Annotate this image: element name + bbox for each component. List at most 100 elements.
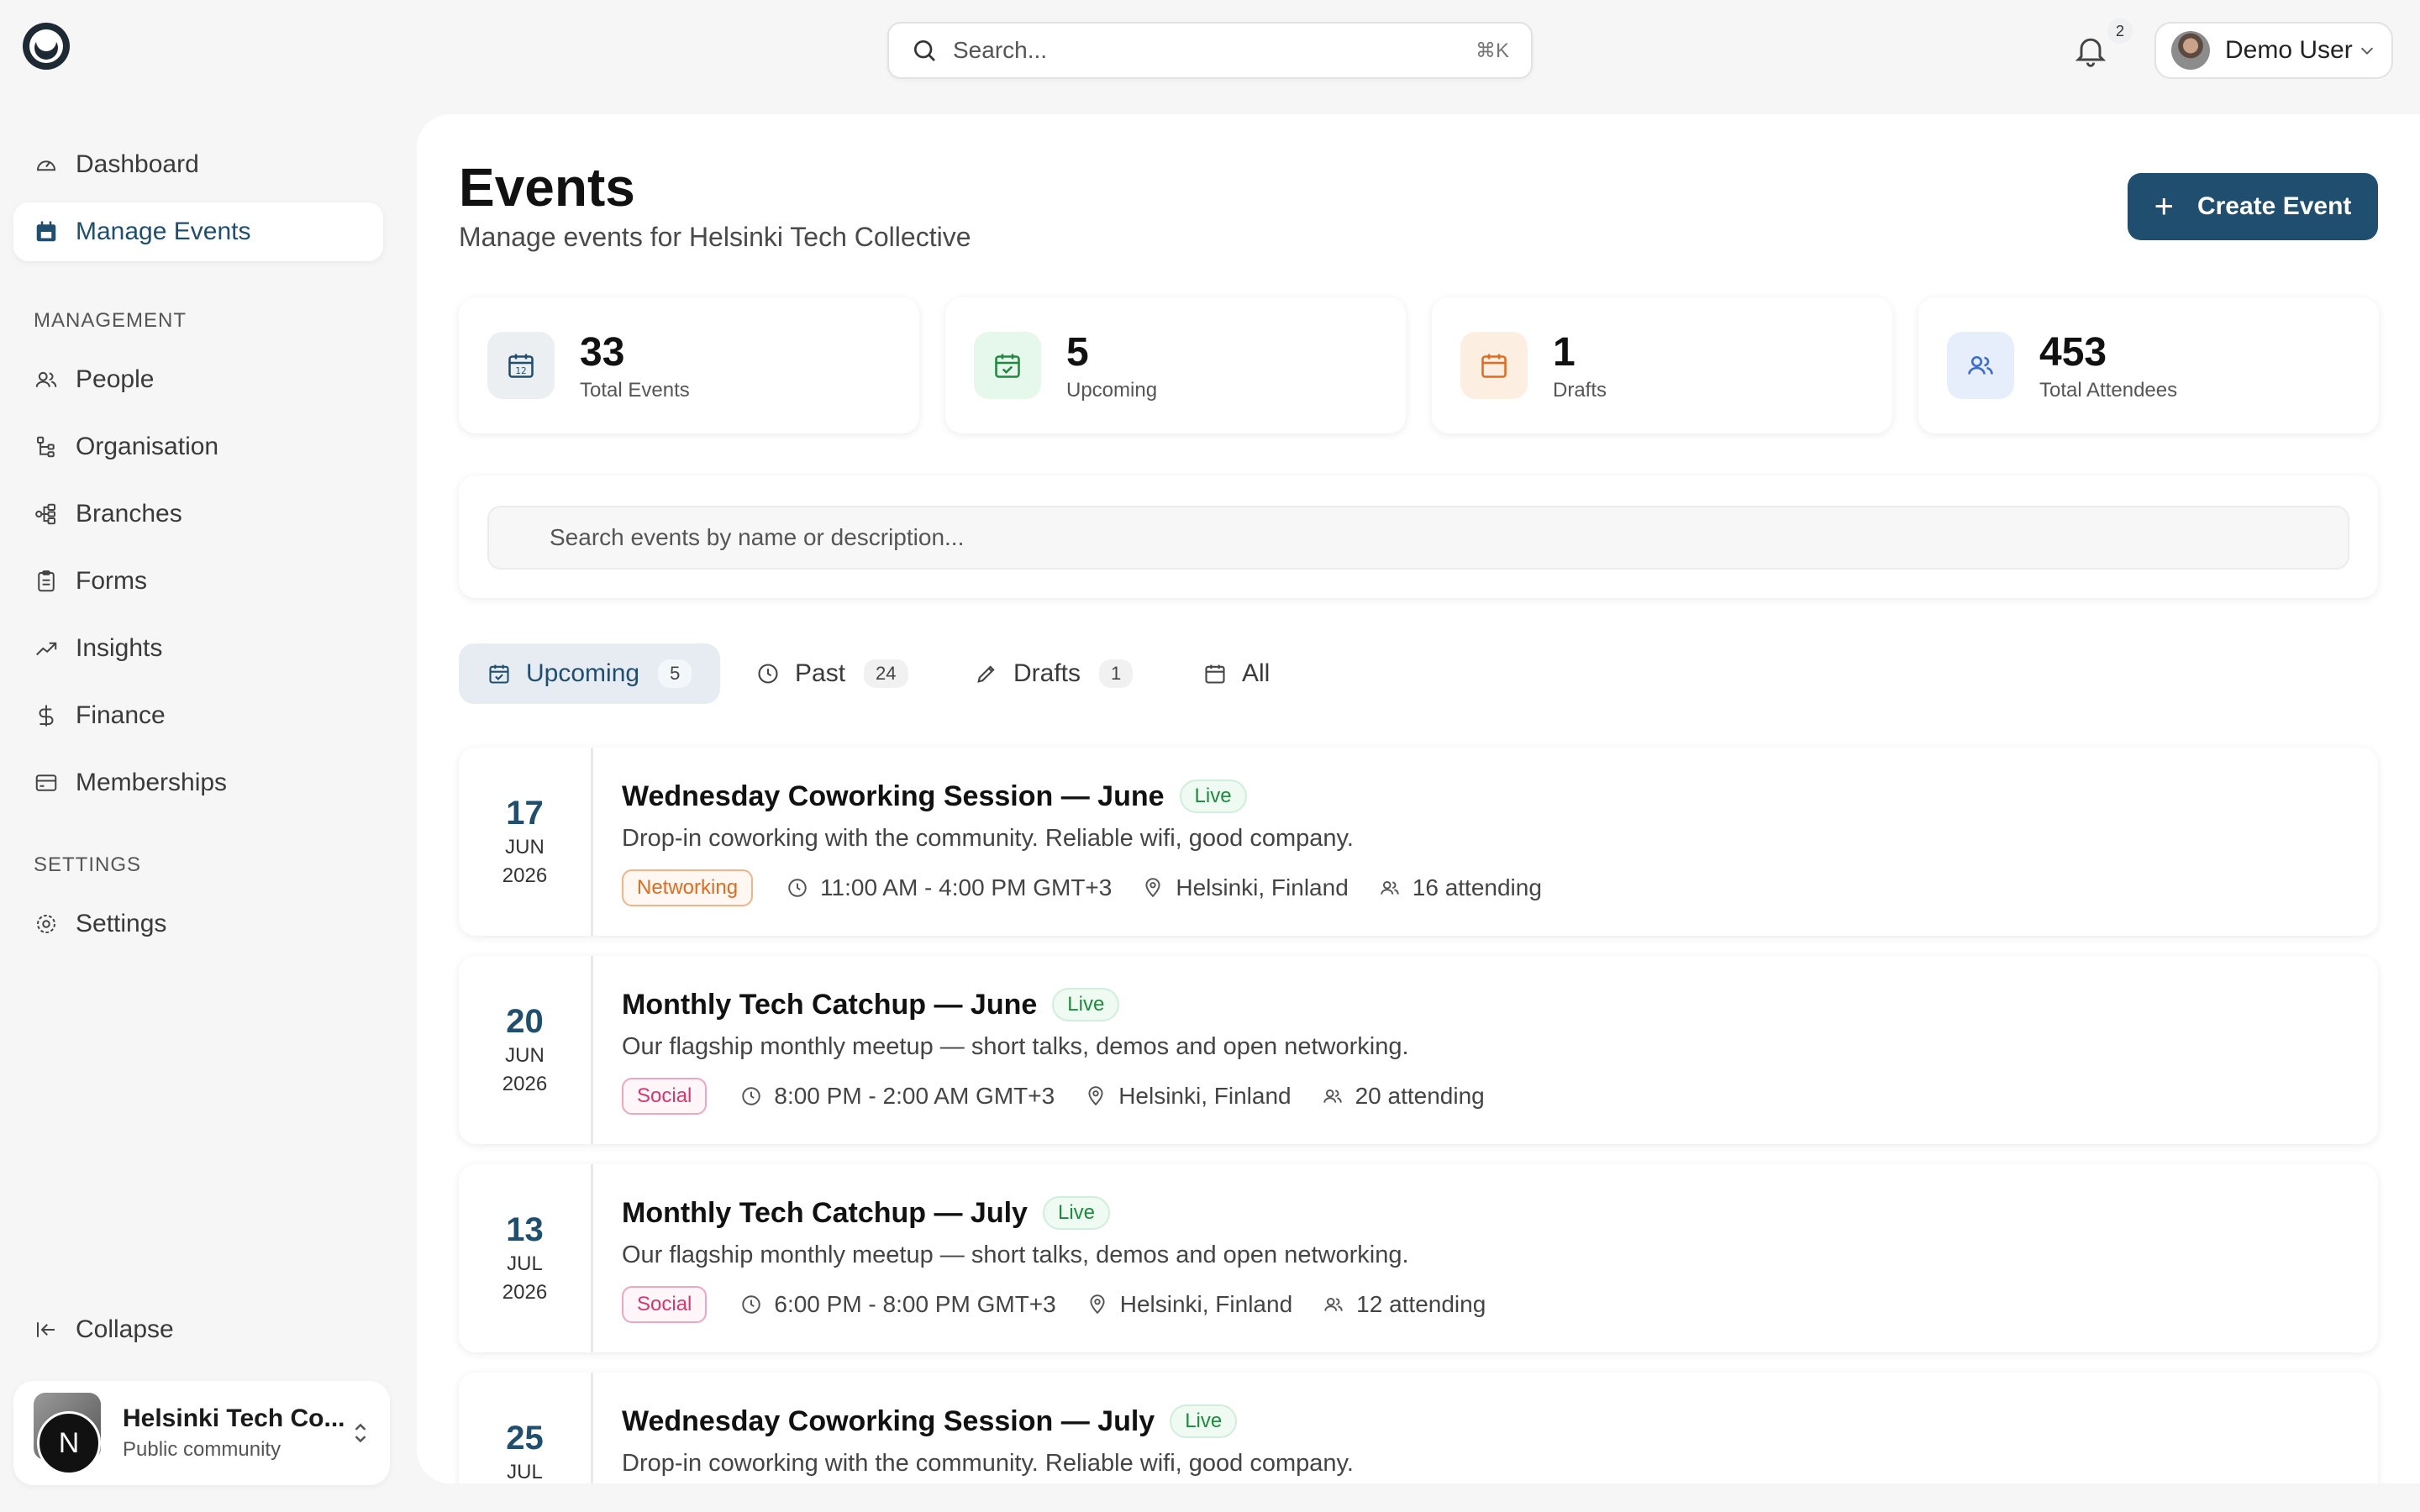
clock-icon: [758, 664, 778, 684]
user-menu-button[interactable]: Demo User: [2154, 22, 2393, 79]
stat-label: Upcoming: [1066, 378, 1158, 402]
event-description: Our flagship monthly meetup — short talk…: [622, 1033, 1409, 1060]
event-time: 11:00 AM - 4:00 PM GMT+3: [820, 874, 1113, 900]
event-attending: 12 attending: [1356, 1291, 1486, 1317]
stat-label: Total Attendees: [2039, 378, 2178, 402]
collapse-icon: [37, 1322, 55, 1337]
sidebar-item-label: Dashboard: [76, 150, 199, 178]
event-time: 8:00 PM - 2:00 AM GMT+3: [774, 1083, 1055, 1109]
dollar-icon: [39, 705, 54, 727]
global-search-input[interactable]: Search... ⌘K: [887, 22, 1533, 79]
sidebar-item-label: Finance: [76, 701, 166, 729]
collapse-button[interactable]: Collapse: [13, 1300, 383, 1359]
org-initial: N: [37, 1411, 101, 1475]
page-title: Events: [459, 157, 635, 218]
users-icon: [1323, 1089, 1342, 1103]
create-event-button[interactable]: + Create Event: [2128, 173, 2378, 240]
status-badge: Live: [1042, 1196, 1110, 1230]
tab-drafts[interactable]: Drafts 1: [946, 643, 1161, 704]
sidebar-item-insights[interactable]: Insights: [13, 619, 383, 678]
tab-count: 5: [658, 659, 692, 688]
event-description: Our flagship monthly meetup — short talk…: [622, 1242, 1409, 1268]
organisation-switcher[interactable]: N Helsinki Tech Co... Public community: [13, 1381, 390, 1485]
event-card[interactable]: 17 JUN 2026 Wednesday Coworking Session …: [459, 748, 2378, 936]
event-month: JUN: [505, 1044, 544, 1067]
sidebar-item-dashboard[interactable]: Dashboard: [13, 135, 383, 194]
event-time: 6:00 PM - 8:00 PM GMT+3: [774, 1291, 1056, 1317]
calendar-draft-icon: [1460, 332, 1528, 399]
tab-upcoming[interactable]: Upcoming 5: [459, 643, 721, 704]
map-pin-icon: [1145, 878, 1160, 898]
calendar-icon: 12: [487, 332, 555, 399]
create-event-label: Create Event: [2196, 192, 2352, 220]
event-card[interactable]: 20 JUN 2026 Monthly Tech Catchup — June …: [459, 956, 2378, 1144]
event-title[interactable]: Monthly Tech Catchup — June: [622, 989, 1037, 1021]
stat-card-drafts: 1 Drafts: [1432, 297, 1892, 433]
sidebar-item-people[interactable]: People: [13, 350, 383, 409]
sidebar-item-organisation[interactable]: Organisation: [13, 417, 383, 476]
pencil-icon: [977, 665, 995, 683]
sidebar-item-manage-events[interactable]: Manage Events: [13, 202, 383, 261]
event-title[interactable]: Wednesday Coworking Session — July: [622, 1405, 1155, 1438]
tab-past[interactable]: Past 24: [728, 643, 937, 704]
users-icon: [1324, 1297, 1343, 1311]
event-date: 17 JUN 2026: [459, 748, 593, 936]
event-title[interactable]: Wednesday Coworking Session — June: [622, 780, 1165, 813]
event-card[interactable]: 25 JUL 2026 Wednesday Coworking Session …: [459, 1373, 2378, 1483]
sidebar-item-finance[interactable]: Finance: [13, 686, 383, 745]
event-search-card: Search events by name or description...: [459, 475, 2378, 598]
calendar-check-icon: [489, 664, 509, 684]
users-icon: [1381, 880, 1399, 895]
stat-card-total-events: 12 33 Total Events: [459, 297, 919, 433]
event-card[interactable]: 13 JUL 2026 Monthly Tech Catchup — July …: [459, 1164, 2378, 1352]
stat-value: 1: [1553, 329, 1576, 375]
users-icon: [35, 371, 57, 387]
status-badge: Live: [1179, 780, 1247, 813]
chevron-up-down-icon: [355, 1423, 366, 1443]
branches-icon: [35, 503, 55, 525]
user-name: Demo User: [2225, 36, 2353, 64]
stat-value: 33: [580, 329, 625, 375]
event-month: JUL: [507, 1252, 543, 1275]
clipboard-icon: [38, 570, 55, 592]
stat-value: 5: [1066, 329, 1089, 375]
tab-label: Upcoming: [526, 659, 640, 687]
calendar-icon: [1205, 664, 1225, 684]
sidebar-item-settings[interactable]: Settings: [13, 895, 383, 953]
event-date: 25 JUL 2026: [459, 1373, 593, 1483]
status-badge: Live: [1170, 1404, 1238, 1438]
org-name: Helsinki Tech Co...: [123, 1404, 345, 1432]
event-date: 13 JUL 2026: [459, 1164, 593, 1352]
stat-label: Total Events: [580, 378, 690, 402]
event-attending: 20 attending: [1355, 1083, 1485, 1109]
search-shortcut: ⌘K: [1475, 39, 1509, 62]
tab-label: Drafts: [1013, 659, 1081, 687]
stat-card-total-attendees: 453 Total Attendees: [1918, 297, 2379, 433]
sidebar-item-label: Insights: [76, 634, 163, 662]
gauge-icon: [36, 160, 56, 171]
event-month: JUN: [505, 836, 544, 858]
tab-all[interactable]: All: [1175, 643, 1298, 704]
sidebar-item-label: Settings: [76, 910, 167, 937]
chevron-down-icon: [2360, 47, 2374, 55]
app-logo[interactable]: [20, 20, 72, 72]
tab-label: All: [1242, 659, 1270, 687]
hierarchy-icon: [37, 436, 55, 458]
bell-icon[interactable]: [2072, 32, 2109, 69]
notification-badge: 2: [2107, 18, 2133, 44]
sidebar: Dashboard Manage Events MANAGEMENT Peopl…: [0, 126, 400, 1512]
section-heading-management: MANAGEMENT: [34, 309, 187, 332]
event-day: 17: [506, 795, 544, 832]
event-description: Drop-in coworking with the community. Re…: [622, 1450, 1354, 1477]
event-search-input[interactable]: Search events by name or description...: [487, 506, 2349, 570]
event-month: JUL: [507, 1461, 543, 1483]
user-avatar: [2171, 31, 2210, 70]
event-location: Helsinki, Finland: [1119, 1291, 1293, 1317]
sidebar-item-memberships[interactable]: Memberships: [13, 753, 383, 812]
sidebar-item-label: Memberships: [76, 769, 228, 796]
sidebar-item-forms[interactable]: Forms: [13, 552, 383, 611]
sidebar-item-branches[interactable]: Branches: [13, 485, 383, 543]
event-title[interactable]: Monthly Tech Catchup — July: [622, 1197, 1028, 1230]
status-badge: Live: [1052, 988, 1120, 1021]
page-subtitle: Manage events for Helsinki Tech Collecti…: [459, 222, 971, 252]
